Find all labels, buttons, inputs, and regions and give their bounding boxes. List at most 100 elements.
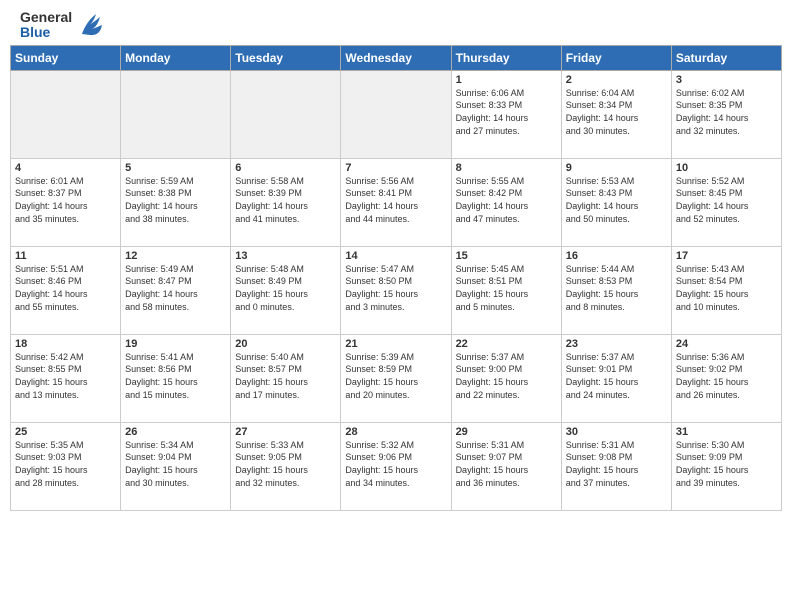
day-number: 6: [235, 162, 336, 174]
day-info: Sunrise: 5:45 AM Sunset: 8:51 PM Dayligh…: [456, 263, 557, 313]
day-number: 23: [566, 338, 667, 350]
day-number: 25: [15, 426, 116, 438]
day-number: 24: [676, 338, 777, 350]
day-number: 27: [235, 426, 336, 438]
calendar-cell-21: 21Sunrise: 5:39 AM Sunset: 8:59 PM Dayli…: [341, 334, 451, 422]
calendar-cell-15: 15Sunrise: 5:45 AM Sunset: 8:51 PM Dayli…: [451, 246, 561, 334]
day-info: Sunrise: 5:49 AM Sunset: 8:47 PM Dayligh…: [125, 263, 226, 313]
day-info: Sunrise: 5:59 AM Sunset: 8:38 PM Dayligh…: [125, 175, 226, 225]
day-info: Sunrise: 5:43 AM Sunset: 8:54 PM Dayligh…: [676, 263, 777, 313]
day-number: 21: [345, 338, 446, 350]
day-number: 8: [456, 162, 557, 174]
calendar-cell-4: 4Sunrise: 6:01 AM Sunset: 8:37 PM Daylig…: [11, 158, 121, 246]
calendar-table: SundayMondayTuesdayWednesdayThursdayFrid…: [10, 45, 782, 511]
calendar-cell-18: 18Sunrise: 5:42 AM Sunset: 8:55 PM Dayli…: [11, 334, 121, 422]
column-header-tuesday: Tuesday: [231, 45, 341, 70]
day-info: Sunrise: 5:35 AM Sunset: 9:03 PM Dayligh…: [15, 439, 116, 489]
calendar-cell-3: 3Sunrise: 6:02 AM Sunset: 8:35 PM Daylig…: [671, 70, 781, 158]
day-number: 29: [456, 426, 557, 438]
calendar-cell-2: 2Sunrise: 6:04 AM Sunset: 8:34 PM Daylig…: [561, 70, 671, 158]
day-number: 2: [566, 74, 667, 86]
calendar-cell-31: 31Sunrise: 5:30 AM Sunset: 9:09 PM Dayli…: [671, 422, 781, 510]
calendar-cell-10: 10Sunrise: 5:52 AM Sunset: 8:45 PM Dayli…: [671, 158, 781, 246]
day-info: Sunrise: 5:32 AM Sunset: 9:06 PM Dayligh…: [345, 439, 446, 489]
day-info: Sunrise: 5:34 AM Sunset: 9:04 PM Dayligh…: [125, 439, 226, 489]
logo-text-block: GeneralBlue: [20, 10, 72, 41]
day-number: 12: [125, 250, 226, 262]
day-number: 10: [676, 162, 777, 174]
day-number: 13: [235, 250, 336, 262]
day-info: Sunrise: 5:36 AM Sunset: 9:02 PM Dayligh…: [676, 351, 777, 401]
day-number: 3: [676, 74, 777, 86]
day-info: Sunrise: 5:41 AM Sunset: 8:56 PM Dayligh…: [125, 351, 226, 401]
day-info: Sunrise: 5:31 AM Sunset: 9:07 PM Dayligh…: [456, 439, 557, 489]
calendar-cell-25: 25Sunrise: 5:35 AM Sunset: 9:03 PM Dayli…: [11, 422, 121, 510]
day-info: Sunrise: 5:37 AM Sunset: 9:01 PM Dayligh…: [566, 351, 667, 401]
day-info: Sunrise: 6:06 AM Sunset: 8:33 PM Dayligh…: [456, 87, 557, 137]
day-info: Sunrise: 5:51 AM Sunset: 8:46 PM Dayligh…: [15, 263, 116, 313]
logo-bird-icon: [78, 12, 106, 38]
calendar-cell-5: 5Sunrise: 5:59 AM Sunset: 8:38 PM Daylig…: [121, 158, 231, 246]
calendar-cell-1: 1Sunrise: 6:06 AM Sunset: 8:33 PM Daylig…: [451, 70, 561, 158]
calendar-cell-11: 11Sunrise: 5:51 AM Sunset: 8:46 PM Dayli…: [11, 246, 121, 334]
calendar-cell-empty: [11, 70, 121, 158]
day-info: Sunrise: 6:04 AM Sunset: 8:34 PM Dayligh…: [566, 87, 667, 137]
column-header-saturday: Saturday: [671, 45, 781, 70]
day-number: 17: [676, 250, 777, 262]
day-number: 7: [345, 162, 446, 174]
day-number: 31: [676, 426, 777, 438]
day-number: 26: [125, 426, 226, 438]
day-info: Sunrise: 5:53 AM Sunset: 8:43 PM Dayligh…: [566, 175, 667, 225]
day-info: Sunrise: 5:40 AM Sunset: 8:57 PM Dayligh…: [235, 351, 336, 401]
column-header-thursday: Thursday: [451, 45, 561, 70]
day-info: Sunrise: 5:52 AM Sunset: 8:45 PM Dayligh…: [676, 175, 777, 225]
day-info: Sunrise: 5:48 AM Sunset: 8:49 PM Dayligh…: [235, 263, 336, 313]
calendar-cell-empty: [341, 70, 451, 158]
day-info: Sunrise: 5:58 AM Sunset: 8:39 PM Dayligh…: [235, 175, 336, 225]
calendar-cell-6: 6Sunrise: 5:58 AM Sunset: 8:39 PM Daylig…: [231, 158, 341, 246]
calendar-cell-empty: [121, 70, 231, 158]
calendar-cell-26: 26Sunrise: 5:34 AM Sunset: 9:04 PM Dayli…: [121, 422, 231, 510]
day-info: Sunrise: 5:44 AM Sunset: 8:53 PM Dayligh…: [566, 263, 667, 313]
day-info: Sunrise: 5:47 AM Sunset: 8:50 PM Dayligh…: [345, 263, 446, 313]
calendar-cell-20: 20Sunrise: 5:40 AM Sunset: 8:57 PM Dayli…: [231, 334, 341, 422]
calendar-cell-16: 16Sunrise: 5:44 AM Sunset: 8:53 PM Dayli…: [561, 246, 671, 334]
day-info: Sunrise: 5:37 AM Sunset: 9:00 PM Dayligh…: [456, 351, 557, 401]
day-number: 5: [125, 162, 226, 174]
day-number: 11: [15, 250, 116, 262]
calendar-cell-27: 27Sunrise: 5:33 AM Sunset: 9:05 PM Dayli…: [231, 422, 341, 510]
calendar-cell-7: 7Sunrise: 5:56 AM Sunset: 8:41 PM Daylig…: [341, 158, 451, 246]
day-number: 15: [456, 250, 557, 262]
day-info: Sunrise: 5:39 AM Sunset: 8:59 PM Dayligh…: [345, 351, 446, 401]
day-number: 19: [125, 338, 226, 350]
calendar-cell-empty: [231, 70, 341, 158]
day-info: Sunrise: 5:31 AM Sunset: 9:08 PM Dayligh…: [566, 439, 667, 489]
calendar-cell-13: 13Sunrise: 5:48 AM Sunset: 8:49 PM Dayli…: [231, 246, 341, 334]
day-number: 20: [235, 338, 336, 350]
day-number: 14: [345, 250, 446, 262]
column-header-monday: Monday: [121, 45, 231, 70]
day-number: 4: [15, 162, 116, 174]
calendar-cell-28: 28Sunrise: 5:32 AM Sunset: 9:06 PM Dayli…: [341, 422, 451, 510]
calendar-cell-23: 23Sunrise: 5:37 AM Sunset: 9:01 PM Dayli…: [561, 334, 671, 422]
logo-general-text: General: [20, 10, 72, 25]
day-info: Sunrise: 5:55 AM Sunset: 8:42 PM Dayligh…: [456, 175, 557, 225]
calendar-cell-17: 17Sunrise: 5:43 AM Sunset: 8:54 PM Dayli…: [671, 246, 781, 334]
day-number: 1: [456, 74, 557, 86]
calendar-cell-19: 19Sunrise: 5:41 AM Sunset: 8:56 PM Dayli…: [121, 334, 231, 422]
day-info: Sunrise: 5:33 AM Sunset: 9:05 PM Dayligh…: [235, 439, 336, 489]
day-info: Sunrise: 5:42 AM Sunset: 8:55 PM Dayligh…: [15, 351, 116, 401]
day-info: Sunrise: 5:30 AM Sunset: 9:09 PM Dayligh…: [676, 439, 777, 489]
day-info: Sunrise: 6:02 AM Sunset: 8:35 PM Dayligh…: [676, 87, 777, 137]
calendar-cell-9: 9Sunrise: 5:53 AM Sunset: 8:43 PM Daylig…: [561, 158, 671, 246]
calendar-cell-12: 12Sunrise: 5:49 AM Sunset: 8:47 PM Dayli…: [121, 246, 231, 334]
calendar-cell-29: 29Sunrise: 5:31 AM Sunset: 9:07 PM Dayli…: [451, 422, 561, 510]
day-number: 28: [345, 426, 446, 438]
day-number: 22: [456, 338, 557, 350]
logo: GeneralBlue: [20, 10, 106, 41]
day-number: 9: [566, 162, 667, 174]
calendar-cell-22: 22Sunrise: 5:37 AM Sunset: 9:00 PM Dayli…: [451, 334, 561, 422]
day-number: 18: [15, 338, 116, 350]
day-info: Sunrise: 5:56 AM Sunset: 8:41 PM Dayligh…: [345, 175, 446, 225]
day-number: 30: [566, 426, 667, 438]
